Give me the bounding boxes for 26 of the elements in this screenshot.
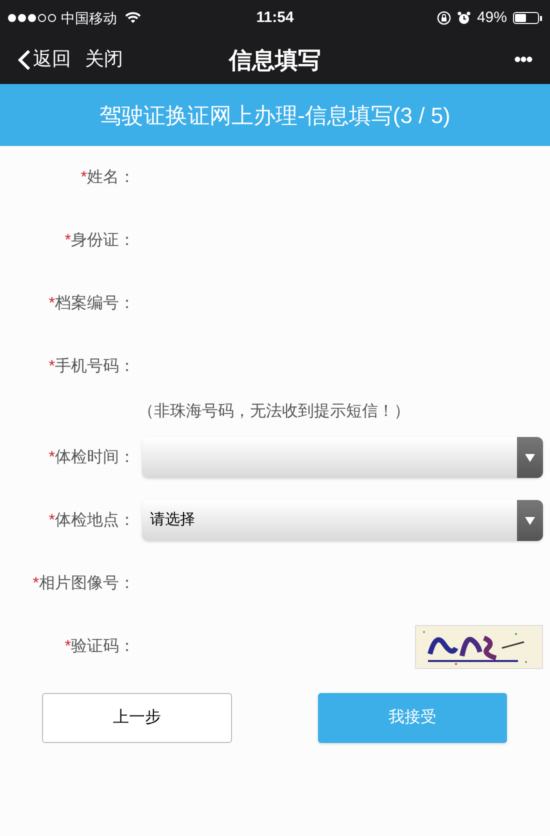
wifi-icon [125,12,141,24]
signal-icon [8,14,56,22]
dropdown-field[interactable] [142,437,543,478]
alarm-icon [456,11,471,25]
battery-icon [513,12,542,24]
back-icon [18,49,31,71]
hint-text: （非珠海号码，无法收到提示短信！） [138,402,410,422]
banner-title: 驾驶证换证网上办理-信息填写(3 / 5) [100,102,450,130]
carrier-name: 中国移动 [61,8,117,28]
field-label: *相片图像号： [32,574,135,594]
back-button[interactable]: 返回 [18,46,71,74]
field-label: *验证码： [64,636,135,656]
field-label: *手机号码： [48,356,135,376]
previous-button[interactable]: 上一步 [42,693,232,743]
dropdown-field[interactable]: 请选择 [142,500,543,541]
more-button[interactable]: ••• [514,45,532,75]
close-button[interactable]: 关闭 [85,46,123,74]
page-title: 信息填写 [229,46,321,75]
field-label: *体检时间： [48,448,135,468]
field-label: *身份证： [64,230,135,250]
field-label: *体检地点： [48,510,135,530]
field-label: *档案编号： [48,293,135,314]
status-time: 11:54 [256,8,294,28]
rotation-lock-icon [436,11,451,25]
battery-percent: 49% [476,8,507,28]
field-label: *姓名： [80,168,135,188]
